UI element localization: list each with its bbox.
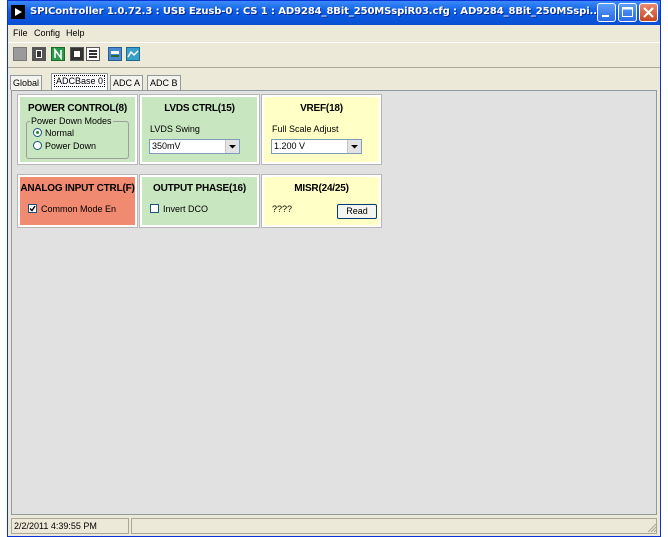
power-control-panel: POWER CONTROL(8) Power Down Modes Normal… <box>17 94 138 165</box>
status-bar: 2/2/2011 4:39:55 PM <box>11 518 657 535</box>
tab-label: ADC A <box>113 78 141 88</box>
window-title: SPIController 1.0.72.3 : USB Ezusb-0 : C… <box>30 6 601 17</box>
tab-label: ADCBase 0 <box>54 75 106 87</box>
common-mode-en-checkbox[interactable]: Common Mode En <box>28 204 116 214</box>
tab-global[interactable]: Global <box>10 75 43 90</box>
checkbox-unchecked-icon <box>150 204 159 213</box>
panel-title: MISR(24/25) <box>294 183 349 194</box>
register-icon[interactable] <box>86 47 100 61</box>
app-icon <box>11 5 25 19</box>
menu-bar: File Config Help <box>8 25 660 41</box>
chip-dark-icon[interactable] <box>70 47 84 61</box>
gray-square-icon[interactable] <box>13 47 27 61</box>
radio-power-down[interactable]: Power Down <box>33 141 96 151</box>
chip-icon[interactable] <box>32 47 46 61</box>
panel-title: LVDS CTRL(15) <box>164 103 235 114</box>
menu-config[interactable]: Config <box>34 28 60 38</box>
chevron-down-icon[interactable] <box>225 140 239 153</box>
tab-content: POWER CONTROL(8) Power Down Modes Normal… <box>11 90 657 515</box>
radio-normal[interactable]: Normal <box>33 128 74 138</box>
radio-label: Normal <box>45 128 75 138</box>
read-button[interactable]: Read <box>337 204 377 219</box>
graph-icon[interactable] <box>126 47 140 61</box>
misr-panel: MISR(24/25) ???? Read <box>261 174 382 228</box>
panel-title: POWER CONTROL(8) <box>27 103 128 114</box>
group-label: Power Down Modes <box>30 116 113 126</box>
lvds-swing-label: LVDS Swing <box>150 124 200 134</box>
chevron-down-icon[interactable] <box>347 140 361 153</box>
usb-icon[interactable] <box>108 47 122 61</box>
tab-label: Global <box>13 78 40 88</box>
resize-grip-icon[interactable] <box>645 521 657 533</box>
panel-title: ANALOG INPUT CTRL(F) <box>20 183 135 194</box>
app-window: SPIController 1.0.72.3 : USB Ezusb-0 : C… <box>7 0 661 537</box>
maximize-icon <box>622 7 633 17</box>
tab-label: ADC B <box>150 78 178 88</box>
n-icon[interactable] <box>51 47 65 61</box>
status-timestamp: 2/2/2011 4:39:55 PM <box>11 518 129 534</box>
radio-label: Power Down <box>45 141 97 151</box>
close-button[interactable] <box>639 3 658 22</box>
minimize-icon <box>602 15 609 17</box>
menu-help[interactable]: Help <box>66 28 85 38</box>
full-scale-adjust-label: Full Scale Adjust <box>272 124 339 134</box>
close-icon <box>643 7 654 18</box>
panel-title: OUTPUT PHASE(16) <box>153 183 246 194</box>
power-down-modes-group: Power Down Modes Normal Power Down <box>26 116 129 159</box>
lvds-ctrl-panel: LVDS CTRL(15) LVDS Swing 350mV <box>139 94 260 165</box>
menu-file[interactable]: File <box>13 28 28 38</box>
panel-title: VREF(18) <box>300 103 343 114</box>
status-pane-empty <box>131 518 657 534</box>
toolbar <box>8 42 660 68</box>
select-value: 350mV <box>152 141 181 151</box>
tab-adc-b[interactable]: ADC B <box>147 75 181 90</box>
full-scale-adjust-select[interactable]: 1.200 V <box>271 139 362 154</box>
checkbox-label: Common Mode En <box>41 204 117 214</box>
maximize-button[interactable] <box>618 3 637 22</box>
checkbox-checked-icon <box>28 204 37 213</box>
select-value: 1.200 V <box>274 141 306 151</box>
checkbox-label: Invert DCO <box>163 204 209 214</box>
tab-adcbase0[interactable]: ADCBase 0 <box>51 73 109 90</box>
radio-selected-icon <box>33 128 42 137</box>
tab-adc-a[interactable]: ADC A <box>110 75 144 90</box>
vref-panel: VREF(18) Full Scale Adjust 1.200 V <box>261 94 382 165</box>
lvds-swing-select[interactable]: 350mV <box>149 139 240 154</box>
output-phase-panel: OUTPUT PHASE(16) Invert DCO <box>139 174 260 228</box>
title-bar[interactable]: SPIController 1.0.72.3 : USB Ezusb-0 : C… <box>8 1 660 25</box>
minimize-button[interactable] <box>597 3 616 22</box>
analog-input-ctrl-panel: ANALOG INPUT CTRL(F) Common Mode En <box>17 174 138 228</box>
misr-value: ???? <box>272 204 293 214</box>
invert-dco-checkbox[interactable]: Invert DCO <box>150 204 208 214</box>
radio-unselected-icon <box>33 141 42 150</box>
